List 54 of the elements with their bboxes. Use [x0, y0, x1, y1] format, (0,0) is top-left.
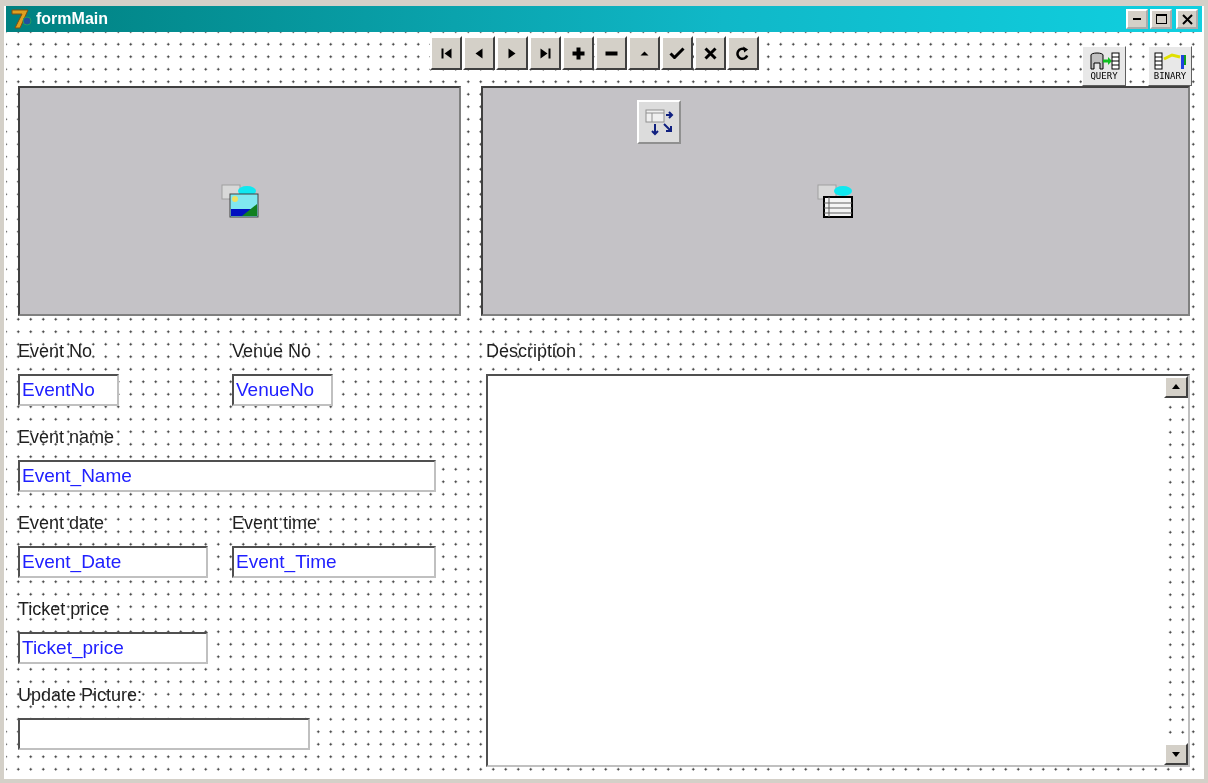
app-logo-icon: [10, 8, 32, 30]
caret-icon: [638, 49, 650, 57]
navigator-last-record-button[interactable]: [529, 36, 561, 70]
navigator-minus-button[interactable]: [595, 36, 627, 70]
field-label: Event date: [18, 512, 105, 534]
scrollbar[interactable]: [1164, 376, 1188, 765]
field-label: Event name: [18, 426, 115, 448]
navigator-first-record-button[interactable]: [430, 36, 462, 70]
database-icon: [1087, 51, 1121, 71]
field-label: Description: [486, 340, 577, 362]
window-title: formMain: [36, 10, 109, 28]
navigator-next-button[interactable]: [496, 36, 528, 70]
scroll-down-button[interactable]: [1164, 743, 1188, 765]
input-field[interactable]: Ticket_price: [18, 632, 208, 664]
navigator-plus-button[interactable]: [562, 36, 594, 70]
navigator-checkmark-button[interactable]: [661, 36, 693, 70]
input-field[interactable]: Event_Time: [232, 546, 436, 578]
field-label: Update Picture:: [18, 684, 143, 706]
first-record-icon: [439, 46, 453, 60]
minimize-button[interactable]: [1126, 9, 1148, 29]
grid-component-icon: [815, 183, 856, 219]
input-field[interactable]: VenueNo: [232, 374, 333, 406]
next-icon: [507, 46, 517, 60]
navigator-caret-button[interactable]: [628, 36, 660, 70]
input-field[interactable]: [18, 718, 310, 750]
maximize-button[interactable]: [1150, 9, 1172, 29]
close-icon: [1181, 13, 1193, 25]
navigator-close-button[interactable]: [694, 36, 726, 70]
refresh-icon: [736, 45, 750, 61]
field-label: Event time: [232, 512, 318, 534]
close-button[interactable]: [1176, 9, 1198, 29]
input-field[interactable]: Event_Name: [18, 460, 436, 492]
down-arrow-icon: [1171, 749, 1181, 759]
up-arrow-icon: [1171, 382, 1181, 392]
navigator-refresh-button[interactable]: [727, 36, 759, 70]
maximize-icon: [1154, 13, 1168, 25]
component-label: BINARY: [1153, 71, 1187, 81]
checkmark-icon: [669, 47, 685, 59]
field-label: Venue No: [232, 340, 312, 362]
close-icon: [703, 46, 717, 60]
navigator-previous-button[interactable]: [463, 36, 495, 70]
image-component-icon: [219, 183, 260, 219]
field-label: Event No: [18, 340, 93, 362]
minimize-icon: [1132, 17, 1142, 21]
input-field[interactable]: Event_Date: [18, 546, 208, 578]
field-label: Ticket price: [18, 598, 110, 620]
last-record-icon: [538, 46, 552, 60]
input-field[interactable]: EventNo: [18, 374, 119, 406]
minus-icon: [603, 49, 619, 57]
scroll-up-button[interactable]: [1164, 376, 1188, 398]
previous-icon: [474, 46, 484, 60]
binary-data-icon: [1153, 51, 1187, 71]
plus-icon: [570, 45, 586, 61]
component-label: QUERY: [1090, 71, 1118, 81]
